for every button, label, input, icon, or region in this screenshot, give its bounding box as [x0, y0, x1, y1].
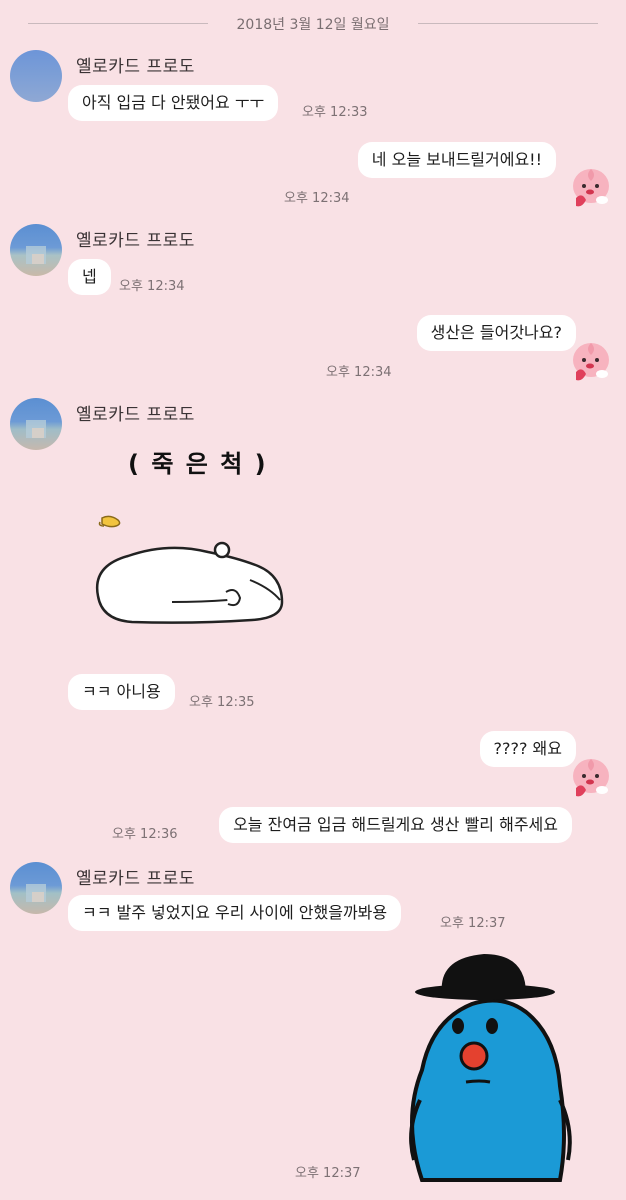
message-time: 오후 12:34 [284, 191, 350, 206]
message-bubble[interactable]: 아직 입금 다 안됐어요 ㅜㅜ [68, 85, 279, 121]
sender-name: 옐로카드 프로도 [76, 405, 195, 425]
blue-character-sticker-icon[interactable] [390, 950, 590, 1185]
sender-name: 옐로카드 프로도 [76, 869, 195, 889]
message-time: 오후 12:37 [440, 916, 506, 931]
message-time: 오후 12:34 [326, 365, 392, 380]
message-bubble[interactable]: ㅋㅋ 발주 넣었지요 우리 사이에 안했을까봐용 [68, 895, 402, 931]
sticker-caption: ( 죽 은 척 ) [128, 450, 268, 478]
date-text: 2018년 3월 12일 월요일 [236, 17, 390, 33]
message-bubble[interactable]: ㅋㅋ 아니용 [68, 674, 175, 710]
my-message-bubble[interactable]: ???? 왜요 [479, 731, 576, 767]
my-message-bubble[interactable]: 네 오늘 보내드릴거에요!! [357, 142, 556, 178]
sender-name: 옐로카드 프로도 [76, 57, 195, 77]
separator-line-right [418, 23, 598, 24]
message-time: 오후 12:34 [119, 279, 185, 294]
message-time: 오후 12:37 [295, 1166, 361, 1181]
message-time: 오후 12:35 [189, 695, 255, 710]
peach-emoticon-icon [573, 759, 609, 797]
message-time: 오후 12:36 [112, 827, 178, 842]
sender-avatar[interactable] [10, 50, 62, 102]
my-message-bubble[interactable]: 생산은 들어갓나요? [416, 315, 576, 351]
peach-emoticon-icon [573, 169, 609, 207]
sender-avatar[interactable] [10, 224, 62, 276]
bear-lying-icon [95, 515, 284, 624]
message-time: 오후 12:33 [302, 105, 368, 120]
date-separator: 2018년 3월 12일 월요일 [0, 12, 626, 36]
dead-bear-sticker[interactable]: ( 죽 은 척 ) [90, 440, 300, 640]
peach-emoticon-icon [573, 343, 609, 381]
sender-name: 옐로카드 프로도 [76, 231, 195, 251]
sender-avatar[interactable] [10, 862, 62, 914]
pixelated-face [32, 254, 44, 264]
sender-avatar[interactable] [10, 398, 62, 450]
pixelated-face [32, 428, 44, 438]
pixelated-face [32, 892, 44, 902]
my-message-bubble[interactable]: 오늘 잔여금 입금 해드릴게요 생산 빨리 해주세요 [219, 807, 572, 843]
message-bubble[interactable]: 넵 [68, 259, 111, 295]
